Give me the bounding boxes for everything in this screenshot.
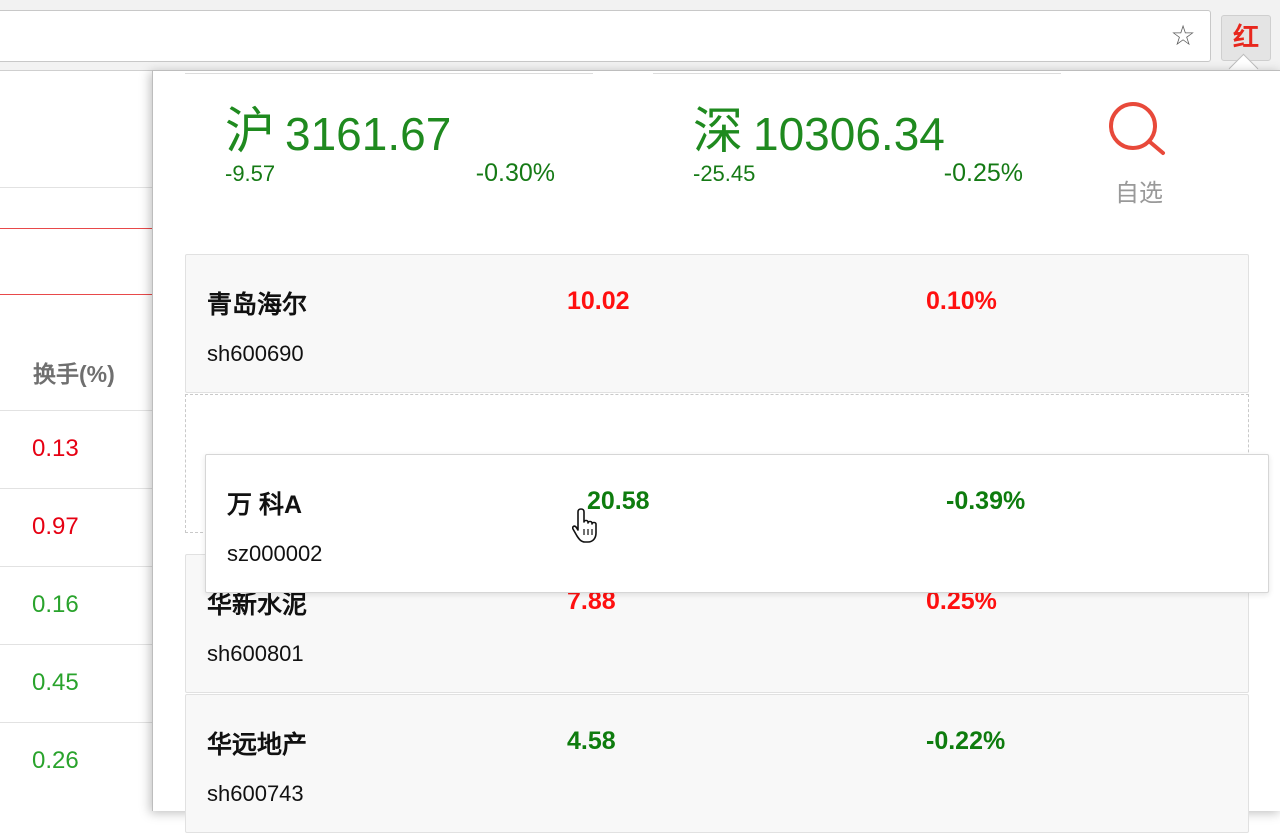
divider bbox=[185, 73, 593, 74]
stock-change-percent: -0.39% bbox=[946, 487, 1026, 515]
index-change: -9.57 bbox=[225, 161, 276, 186]
stock-card-dragging[interactable]: 万 科A sz000002 20.58 -0.39% bbox=[205, 454, 1269, 593]
table-cell: 0.45 bbox=[32, 669, 79, 696]
divider bbox=[0, 566, 155, 567]
divider bbox=[0, 294, 155, 295]
background-page: 换手(%) 0.13 0.97 0.16 0.45 0.26 bbox=[0, 71, 155, 800]
stock-card[interactable]: 华远地产 sh600743 4.58 -0.22% bbox=[185, 694, 1249, 833]
index-percent: -0.30% bbox=[475, 159, 555, 187]
stock-code: sh600801 bbox=[207, 641, 304, 666]
stock-price: 4.58 bbox=[567, 727, 616, 755]
browser-toolbar: ☆ 红 bbox=[0, 0, 1280, 71]
address-bar[interactable]: ☆ bbox=[0, 10, 1211, 62]
magnifier-icon bbox=[1109, 102, 1165, 155]
index-change: -25.45 bbox=[693, 161, 756, 186]
divider bbox=[0, 410, 155, 411]
index-value: 10306.34 bbox=[753, 108, 945, 160]
watchlist-label: 自选 bbox=[1115, 180, 1163, 207]
index-shenzhen[interactable]: 深 10306.34 -25.45 -0.25% bbox=[693, 101, 1023, 191]
star-icon[interactable]: ☆ bbox=[1168, 21, 1198, 51]
index-percent: -0.25% bbox=[943, 159, 1023, 187]
stock-code: sh600743 bbox=[207, 781, 304, 806]
stock-name: 万 科A bbox=[227, 491, 303, 519]
stock-name: 青岛海尔 bbox=[207, 291, 308, 319]
divider bbox=[0, 644, 155, 645]
index-shanghai[interactable]: 沪 3161.67 -9.57 -0.30% bbox=[225, 101, 555, 191]
stock-code: sh600690 bbox=[207, 341, 304, 366]
stock-change-percent: -0.22% bbox=[926, 727, 1006, 755]
table-cell: 0.13 bbox=[32, 435, 79, 462]
divider bbox=[0, 187, 155, 188]
hand-cursor-icon bbox=[572, 508, 597, 543]
turnover-column-header[interactable]: 换手(%) bbox=[33, 355, 115, 389]
extension-button[interactable]: 红 bbox=[1221, 15, 1271, 61]
stock-name: 华远地产 bbox=[207, 731, 308, 759]
table-cell: 0.26 bbox=[32, 747, 79, 774]
stock-code: sz000002 bbox=[227, 541, 323, 566]
index-value: 3161.67 bbox=[285, 108, 452, 160]
divider bbox=[0, 228, 155, 229]
divider bbox=[0, 488, 155, 489]
divider bbox=[653, 73, 1061, 74]
extension-icon-label: 红 bbox=[1232, 23, 1259, 53]
table-cell: 0.16 bbox=[32, 591, 79, 618]
divider bbox=[0, 722, 155, 723]
stock-change-percent: 0.10% bbox=[926, 287, 997, 315]
index-name: 深 bbox=[693, 103, 743, 159]
index-name: 沪 bbox=[225, 103, 275, 159]
stock-price: 10.02 bbox=[567, 287, 630, 315]
stock-card[interactable]: 青岛海尔 sh600690 10.02 0.10% bbox=[185, 254, 1249, 393]
stock-popup: 沪 3161.67 -9.57 -0.30% 深 10306.34 -25.45… bbox=[152, 70, 1280, 833]
table-cell: 0.97 bbox=[32, 513, 79, 540]
